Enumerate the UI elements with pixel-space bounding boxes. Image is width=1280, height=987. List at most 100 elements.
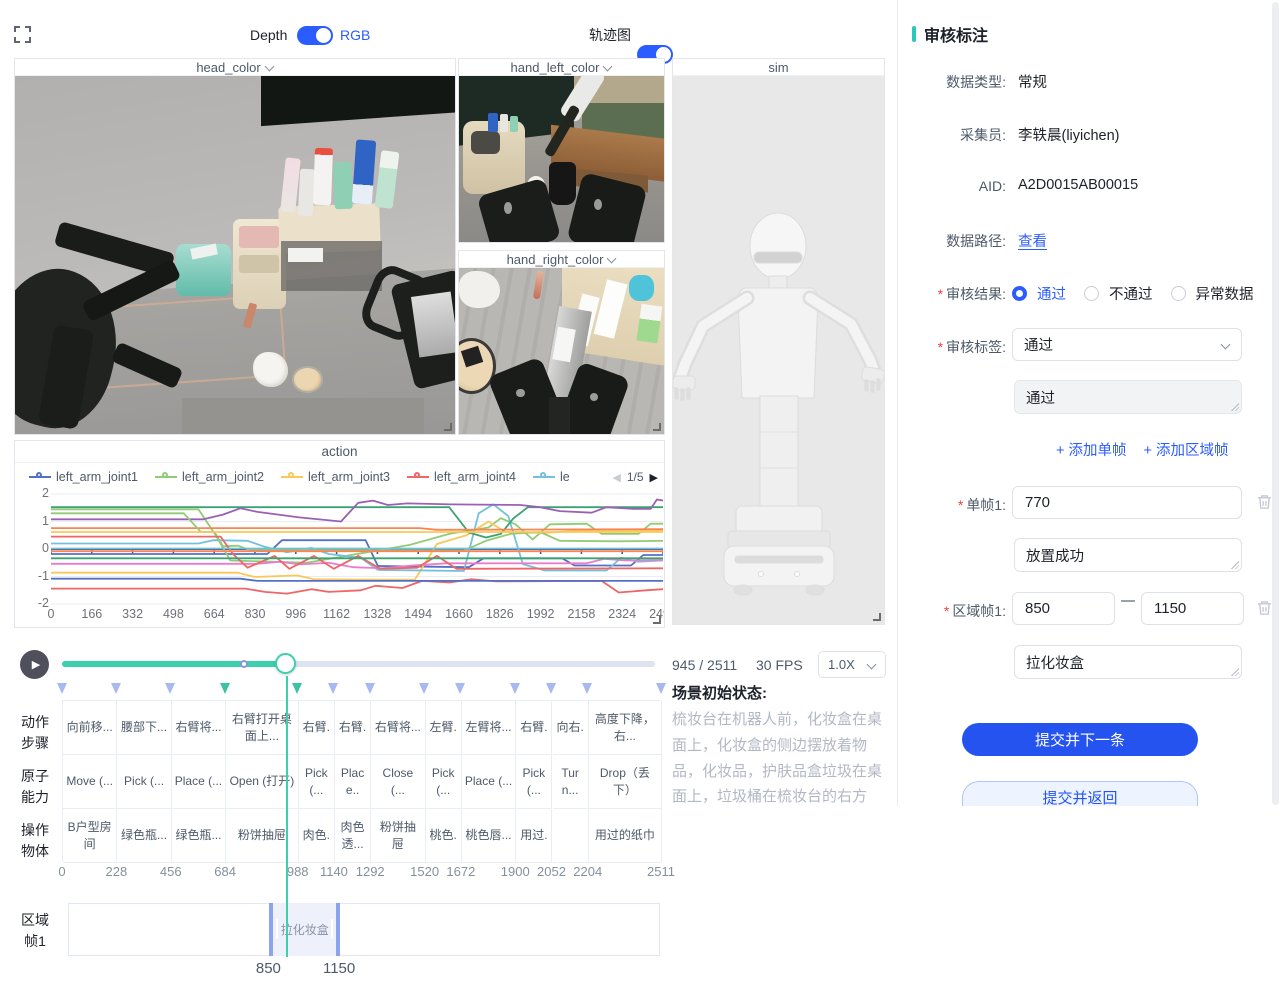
atomic-cell: Pick (... — [516, 755, 552, 809]
step-marker-icon[interactable] — [292, 683, 302, 694]
region-frame-track[interactable]: 拉化妆盒 — [68, 903, 660, 956]
review-tag-select[interactable]: 通过 — [1012, 328, 1242, 361]
legend-series-icon — [29, 476, 51, 478]
single-frame-input[interactable]: 770 — [1012, 486, 1242, 519]
add-region-frame-button[interactable]: + 添加区域帧 — [1144, 439, 1229, 460]
atomic-cell: Place.. — [335, 755, 371, 809]
resize-handle-icon[interactable] — [653, 616, 661, 624]
submit-next-button[interactable]: 提交并下一条 — [962, 723, 1198, 756]
atomic-cell: Place (... — [462, 755, 516, 809]
aid-value: A2D0015AB00015 — [1018, 177, 1138, 193]
single-frame-marker-dot[interactable] — [240, 660, 248, 668]
hand-right-camera-selector[interactable]: hand_right_color — [459, 251, 664, 268]
legend-item[interactable]: left_arm_joint2 — [155, 470, 264, 484]
region-frame-block[interactable]: 拉化妆盒 — [269, 903, 340, 956]
resize-handle-icon[interactable] — [653, 423, 661, 431]
objects-cell: 桃色唇... — [462, 809, 516, 863]
x-tick-label: 1992 — [527, 607, 555, 621]
timeline-slider[interactable] — [62, 661, 655, 667]
step-marker-icon[interactable] — [365, 683, 375, 694]
step-marker-icon[interactable] — [656, 683, 666, 694]
tag-label: *审核标签: — [906, 337, 1006, 357]
region-left-handle[interactable] — [276, 919, 278, 939]
speed-value: 1.0X — [828, 657, 855, 672]
x-tick-label: 2158 — [567, 607, 595, 621]
hand-left-camera-selector[interactable]: hand_left_color — [459, 59, 664, 76]
action-chart-title: action — [321, 444, 357, 459]
radio-fail-label[interactable]: 不通过 — [1109, 283, 1153, 304]
legend-item[interactable]: le — [533, 470, 570, 484]
head-camera-selector[interactable]: head_color — [15, 59, 455, 76]
playhead-line[interactable] — [286, 676, 288, 957]
step-marker-icon[interactable] — [419, 683, 429, 694]
frame-axis-label: 2204 — [573, 864, 602, 879]
steps-cell: 右臂. — [335, 701, 371, 755]
resize-handle-icon[interactable] — [444, 423, 452, 431]
frame-axis-label: 2511 — [647, 864, 675, 879]
submit-return-button[interactable]: 提交并返回 — [962, 781, 1198, 806]
action-chart-plot[interactable] — [51, 491, 663, 607]
tag-comment-textarea[interactable]: 通过 — [1014, 380, 1242, 414]
x-tick-label: 996 — [285, 607, 306, 621]
legend-item[interactable]: left_arm_joint1 — [29, 470, 138, 484]
step-marker-icon[interactable] — [510, 683, 520, 694]
data-type-value: 常规 — [1018, 71, 1047, 92]
right-panel-scrollbar[interactable] — [1272, 2, 1279, 805]
legend-next-icon[interactable]: ▶ — [650, 471, 658, 484]
textarea-resize-grip[interactable] — [1231, 561, 1239, 569]
fullscreen-icon[interactable] — [14, 26, 31, 43]
step-marker-icon[interactable] — [220, 683, 230, 694]
step-column: 左臂.Pick (...桃色. — [426, 701, 462, 863]
step-marker-icon[interactable] — [582, 683, 592, 694]
slider-handle[interactable] — [275, 653, 296, 674]
chevron-down-icon — [266, 61, 274, 69]
step-marker-icon[interactable] — [455, 683, 465, 694]
textarea-resize-grip[interactable] — [1231, 403, 1239, 411]
radio-pass[interactable] — [1012, 286, 1027, 301]
step-marker-icon[interactable] — [111, 683, 121, 694]
textarea-resize-grip[interactable] — [1231, 668, 1239, 676]
radio-fail[interactable] — [1084, 286, 1099, 301]
radio-abnormal-label[interactable]: 异常数据 — [1196, 283, 1254, 304]
radio-pass-label[interactable]: 通过 — [1037, 283, 1066, 304]
x-tick-label: 0 — [48, 607, 55, 621]
legend-pager: ◀ 1/5 ▶ — [612, 466, 658, 488]
delete-region-frame-icon[interactable] — [1257, 600, 1272, 616]
resize-handle-icon[interactable] — [873, 613, 881, 621]
playback-speed-select[interactable]: 1.0X — [818, 651, 886, 678]
region-end-input[interactable]: 1150 — [1141, 592, 1244, 625]
step-marker-icon[interactable] — [328, 683, 338, 694]
data-path-link[interactable]: 查看 — [1018, 230, 1047, 251]
row-label-steps: 动作步骤 — [19, 712, 51, 754]
sim-viewport[interactable] — [673, 76, 884, 624]
legend-item[interactable]: left_arm_joint3 — [281, 470, 390, 484]
region-frame-comment[interactable]: 拉化妆盒 — [1014, 645, 1242, 679]
review-title: 审核标注 — [924, 22, 988, 46]
add-single-frame-button[interactable]: + 添加单帧 — [1056, 439, 1127, 460]
depth-rgb-toggle[interactable] — [297, 26, 333, 45]
step-column: 右臂.Pick (...用过. — [516, 701, 552, 863]
step-column: 右臂.Place..肉色透... — [335, 701, 371, 863]
x-tick-label: 166 — [81, 607, 102, 621]
legend-series-icon — [533, 476, 555, 478]
step-column: 右臂.Pick (...肉色. — [299, 701, 335, 863]
objects-cell: 肉色. — [299, 809, 335, 863]
sim-panel: sim — [672, 58, 885, 625]
single-frame-comment[interactable]: 放置成功 — [1014, 538, 1242, 572]
chart-legend: left_arm_joint1 left_arm_joint2 left_arm_j… — [29, 466, 604, 488]
legend-prev-icon[interactable]: ◀ — [612, 471, 620, 484]
legend-series-label: left_arm_joint2 — [182, 470, 264, 484]
radio-abnormal[interactable] — [1171, 286, 1186, 301]
step-marker-icon[interactable] — [57, 683, 67, 694]
objects-cell: 桃色. — [426, 809, 462, 863]
region-right-handle[interactable] — [331, 919, 333, 939]
region-start-input[interactable]: 850 — [1012, 592, 1115, 625]
legend-item[interactable]: left_arm_joint4 — [407, 470, 516, 484]
play-button[interactable]: ▶ — [20, 650, 49, 679]
step-column: 高度下降，右...Drop（丢下）用过的纸巾 — [589, 701, 662, 863]
step-marker-icon[interactable] — [165, 683, 175, 694]
step-marker-icon[interactable] — [546, 683, 556, 694]
legend-series-label: left_arm_joint1 — [56, 470, 138, 484]
result-radio-group: 通过 不通过 异常数据 — [1012, 283, 1262, 304]
delete-single-frame-icon[interactable] — [1257, 494, 1272, 510]
